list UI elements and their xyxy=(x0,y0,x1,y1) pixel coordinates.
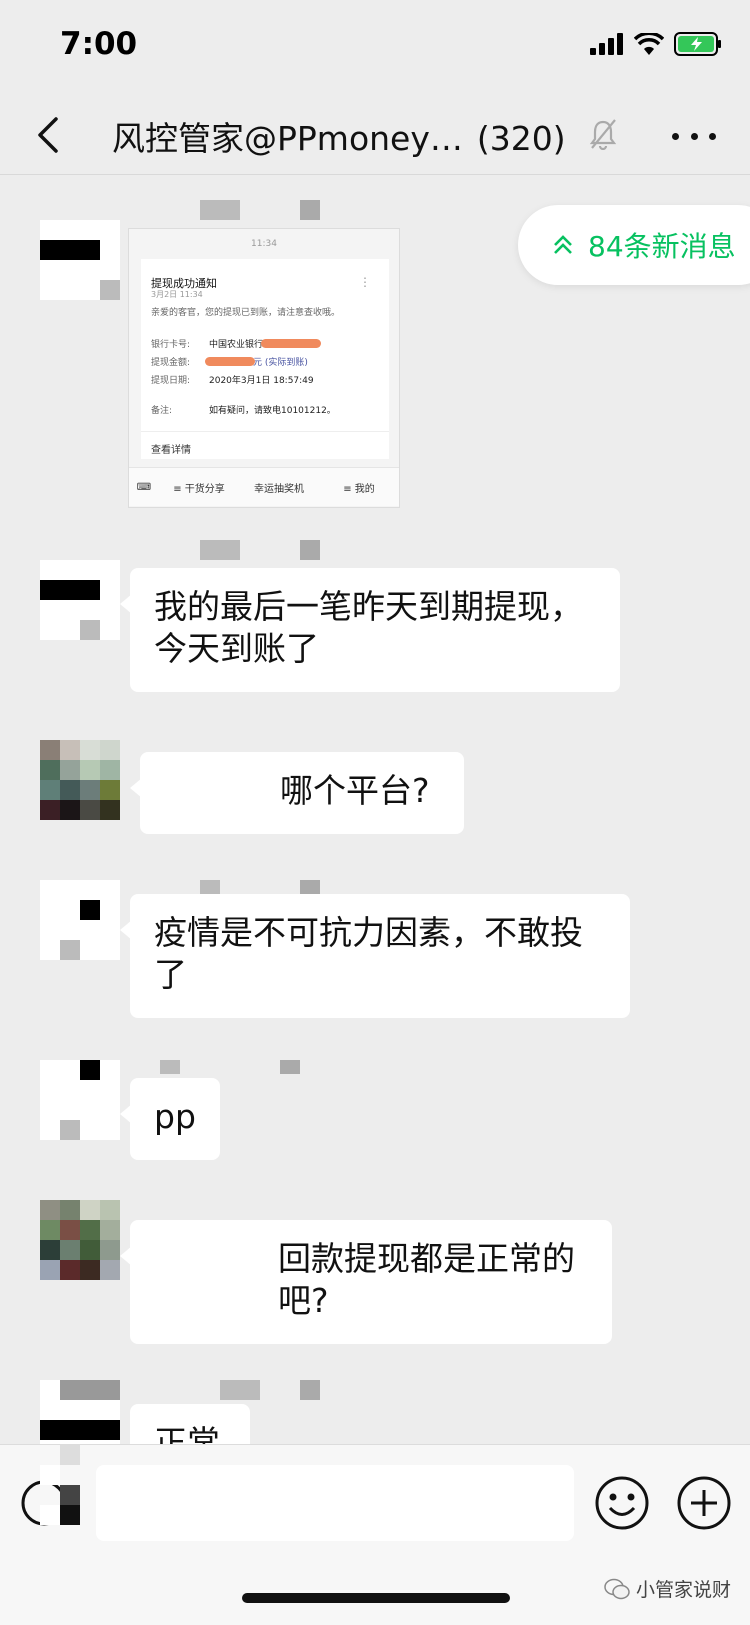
more-options-button[interactable] xyxy=(672,118,716,154)
dot-icon xyxy=(672,132,679,140)
sender-name xyxy=(160,1060,300,1074)
message-bubble[interactable]: 哪个平台? xyxy=(130,752,464,834)
menu-item: ≡ 我的 xyxy=(343,483,375,495)
avatar[interactable] xyxy=(40,560,120,640)
row-label: 银行卡号: xyxy=(151,340,191,350)
redaction-scribble xyxy=(261,339,321,348)
card-date: 3月2日 11:34 xyxy=(151,290,203,299)
chevron-left-icon xyxy=(38,117,58,153)
message-text: 回款提现都是正常的吧? xyxy=(278,1239,575,1320)
mute-bell-icon xyxy=(588,118,618,154)
watermark-text: 小管家说财 xyxy=(636,1579,732,1601)
detail-link: 查看详情 xyxy=(151,445,191,456)
battery-charging-icon xyxy=(674,32,721,56)
double-chevron-up-icon xyxy=(554,235,572,254)
notification-card: 提现成功通知 ⋮ 3月2日 11:34 亲爱的客官，您的提现已到账，请注意查收哦… xyxy=(141,259,389,459)
emoji-icon xyxy=(595,1476,649,1530)
sender-name xyxy=(200,540,320,560)
chat-title-text: 风控管家@PPmoney… xyxy=(112,119,463,158)
row-label: 备注: xyxy=(151,406,173,416)
avatar[interactable] xyxy=(40,1200,120,1280)
redaction-scribble xyxy=(205,357,255,366)
message-bubble[interactable]: 正常 xyxy=(130,1404,250,1444)
menu-item: 幸运抽奖机 xyxy=(254,483,304,495)
watermark: 小管家说财 xyxy=(604,1575,731,1602)
sender-name xyxy=(220,1380,320,1400)
keyboard-icon: ⌨ xyxy=(136,481,152,493)
signal-icon xyxy=(590,33,623,55)
avatar[interactable] xyxy=(40,740,120,820)
wechat-logo-icon xyxy=(604,1578,630,1599)
card-greeting: 亲爱的客官，您的提现已到账，请注意查收哦。 xyxy=(151,308,341,318)
row-value: 如有疑问，请致电10101212。 xyxy=(209,406,336,416)
row-value: 中国农业银行 xyxy=(209,340,264,350)
redaction-patch xyxy=(148,768,268,818)
dot-icon xyxy=(709,132,716,140)
input-bar: 小管家说财 xyxy=(0,1444,750,1625)
message-bubble-clip: 正常 xyxy=(130,1404,250,1444)
emoji-button[interactable] xyxy=(594,1475,650,1535)
avatar[interactable] xyxy=(40,1380,120,1444)
status-icons xyxy=(590,32,722,56)
account-menu: ⌨ ≡ 干货分享 幸运抽奖机 ≡ 我的 xyxy=(129,467,399,506)
member-count: (320) xyxy=(476,119,566,158)
more-functions-button[interactable] xyxy=(676,1475,732,1535)
sender-name xyxy=(200,200,320,220)
redaction-patch xyxy=(40,1445,100,1541)
menu-item: ≡ 干货分享 xyxy=(173,483,225,495)
row-label: 提现金额: xyxy=(151,358,191,368)
back-button[interactable] xyxy=(28,110,68,160)
more-icon: ⋮ xyxy=(359,275,371,289)
message-input[interactable] xyxy=(96,1465,574,1541)
new-messages-button[interactable]: 84条新消息 xyxy=(518,205,750,285)
redaction-patch xyxy=(140,1232,264,1286)
avatar[interactable] xyxy=(40,1060,120,1140)
avatar[interactable] xyxy=(40,880,120,960)
dot-icon xyxy=(690,132,698,140)
plus-circle-icon xyxy=(677,1476,731,1530)
header-divider xyxy=(0,174,750,175)
image-message[interactable]: 11:34 提现成功通知 ⋮ 3月2日 11:34 亲爱的客官，您的提现已到账，… xyxy=(128,228,400,508)
message-bubble[interactable]: 我的最后一笔昨天到期提现，今天到账了 xyxy=(120,568,620,692)
home-indicator xyxy=(242,1593,510,1603)
chat-header: 风控管家@PPmoney… (320) xyxy=(0,96,750,180)
message-bubble[interactable]: 疫情是不可抗力因素，不敢投了 xyxy=(120,894,630,1018)
image-time: 11:34 xyxy=(251,239,277,249)
chat-title: 风控管家@PPmoney… (320) xyxy=(112,112,566,160)
status-time: 7:00 xyxy=(60,26,138,62)
row-value: 元 (实际到账) xyxy=(253,358,308,368)
message-bubble[interactable]: 回款提现都是正常的吧? xyxy=(120,1220,612,1344)
new-messages-label: 84条新消息 xyxy=(588,230,736,263)
row-value: 2020年3月1日 18:57:49 xyxy=(209,376,314,386)
card-divider xyxy=(141,431,389,432)
wifi-icon xyxy=(634,33,664,55)
message-bubble[interactable]: pp xyxy=(120,1078,220,1160)
message-text: 哪个平台? xyxy=(280,771,430,810)
row-label: 提现日期: xyxy=(151,376,191,386)
avatar[interactable] xyxy=(40,220,120,300)
